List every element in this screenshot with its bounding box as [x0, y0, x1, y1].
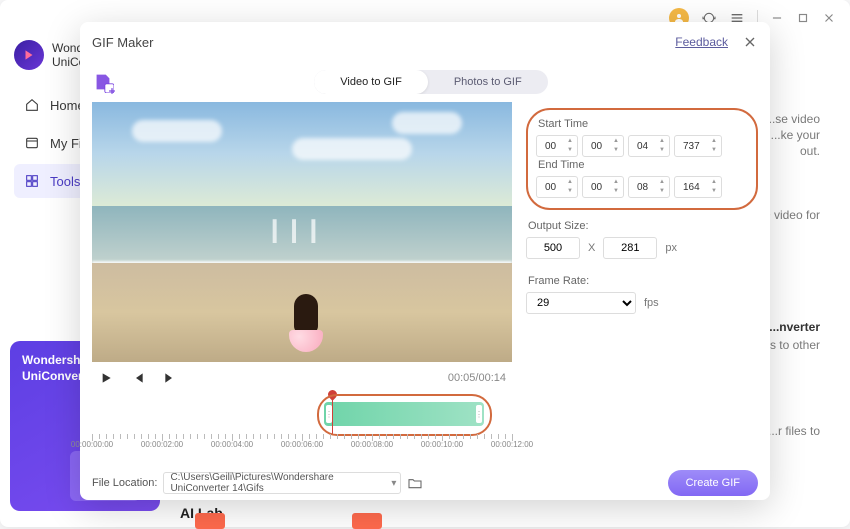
modal-close-button[interactable] — [742, 34, 758, 50]
pause-overlay-icon: ▎▎▎ — [273, 219, 331, 245]
nav-label: Tools — [50, 174, 80, 189]
ruler-label: 00:00:06:00 — [281, 440, 323, 449]
modal-subheader: Video to GIF Photos to GIF — [80, 62, 770, 102]
chevron-down-icon: ▾ — [391, 478, 396, 489]
end-time-label: End Time — [538, 159, 748, 171]
framerate-select[interactable]: 29 — [526, 292, 636, 314]
start-hours[interactable]: 00▲▼ — [536, 135, 578, 157]
x-label: X — [588, 242, 595, 254]
ruler-label: 00:00:00:00 — [71, 440, 113, 449]
video-preview[interactable]: ▎▎▎ — [92, 102, 512, 362]
end-ms[interactable]: 164▲▼ — [674, 176, 722, 198]
start-seconds[interactable]: 04▲▼ — [628, 135, 670, 157]
window-minimize[interactable] — [770, 11, 784, 25]
add-media-button[interactable] — [92, 71, 114, 93]
start-minutes[interactable]: 00▲▼ — [582, 135, 624, 157]
ruler-label: 00:00:04:00 — [211, 440, 253, 449]
end-seconds[interactable]: 08▲▼ — [628, 176, 670, 198]
time-ruler: 00:00:00:0000:00:02:0000:00:04:0000:00:0… — [92, 434, 512, 446]
tab-photos-to-gif[interactable]: Photos to GIF — [428, 70, 548, 94]
video-subject — [294, 294, 323, 352]
window-close[interactable] — [822, 11, 836, 25]
output-height[interactable] — [603, 237, 657, 259]
start-ms[interactable]: 737▲▼ — [674, 135, 722, 157]
feedback-link[interactable]: Feedback — [675, 35, 728, 49]
end-minutes[interactable]: 00▲▼ — [582, 176, 624, 198]
bg-text: out. — [800, 144, 820, 158]
bg-text: ...se video — [765, 112, 820, 126]
time-display: 00:05/00:14 — [448, 372, 506, 384]
modal-header: GIF Maker Feedback — [80, 22, 770, 62]
home-icon — [24, 97, 40, 113]
gif-maker-modal: GIF Maker Feedback Video to GIF Photos t… — [80, 22, 770, 500]
ruler-label: 00:00:12:00 — [491, 440, 533, 449]
output-width[interactable] — [526, 237, 580, 259]
ruler-label: 00:00:02:00 — [141, 440, 183, 449]
ruler-label: 00:00:10:00 — [421, 440, 463, 449]
settings-panel: Start Time 00▲▼ 00▲▼ 04▲▼ 737▲▼ End Time… — [526, 102, 758, 462]
timeline[interactable]: ⋮ ⋮ 00:00:00:0000:00:02:0000:00:04:0000:… — [92, 394, 512, 450]
tools-icon — [24, 173, 40, 189]
bg-text: ...r files to — [768, 424, 820, 438]
framerate-label: Frame Rate: — [528, 275, 758, 287]
next-button[interactable] — [162, 370, 178, 386]
fps-label: fps — [644, 297, 659, 309]
open-folder-button[interactable] — [407, 475, 423, 491]
play-button[interactable] — [98, 370, 114, 386]
start-time-label: Start Time — [538, 118, 748, 130]
highlight-ring — [317, 394, 492, 436]
create-gif-button[interactable]: Create GIF — [668, 470, 758, 496]
bg-heading: ...nverter — [769, 320, 820, 334]
file-location-input[interactable]: C:\Users\Geili\Pictures\Wondershare UniC… — [163, 472, 401, 494]
files-icon — [24, 135, 40, 151]
modal-title: GIF Maker — [92, 35, 153, 50]
ruler-label: 00:00:08:00 — [351, 440, 393, 449]
modal-footer: File Location: C:\Users\Geili\Pictures\W… — [80, 466, 770, 500]
px-label: px — [665, 242, 677, 254]
tab-switch: Video to GIF Photos to GIF — [114, 70, 748, 94]
window-maximize[interactable] — [796, 11, 810, 25]
bg-text: ...ke your — [771, 128, 820, 142]
tab-video-to-gif[interactable]: Video to GIF — [314, 70, 428, 94]
highlight-ring-settings: Start Time 00▲▼ 00▲▼ 04▲▼ 737▲▼ End Time… — [526, 108, 758, 210]
file-location-label: File Location: — [92, 477, 157, 489]
prev-button[interactable] — [130, 370, 146, 386]
video-controls: 00:05/00:14 — [92, 362, 512, 394]
app-logo-icon — [14, 40, 44, 70]
end-hours[interactable]: 00▲▼ — [536, 176, 578, 198]
output-size-label: Output Size: — [528, 220, 758, 232]
